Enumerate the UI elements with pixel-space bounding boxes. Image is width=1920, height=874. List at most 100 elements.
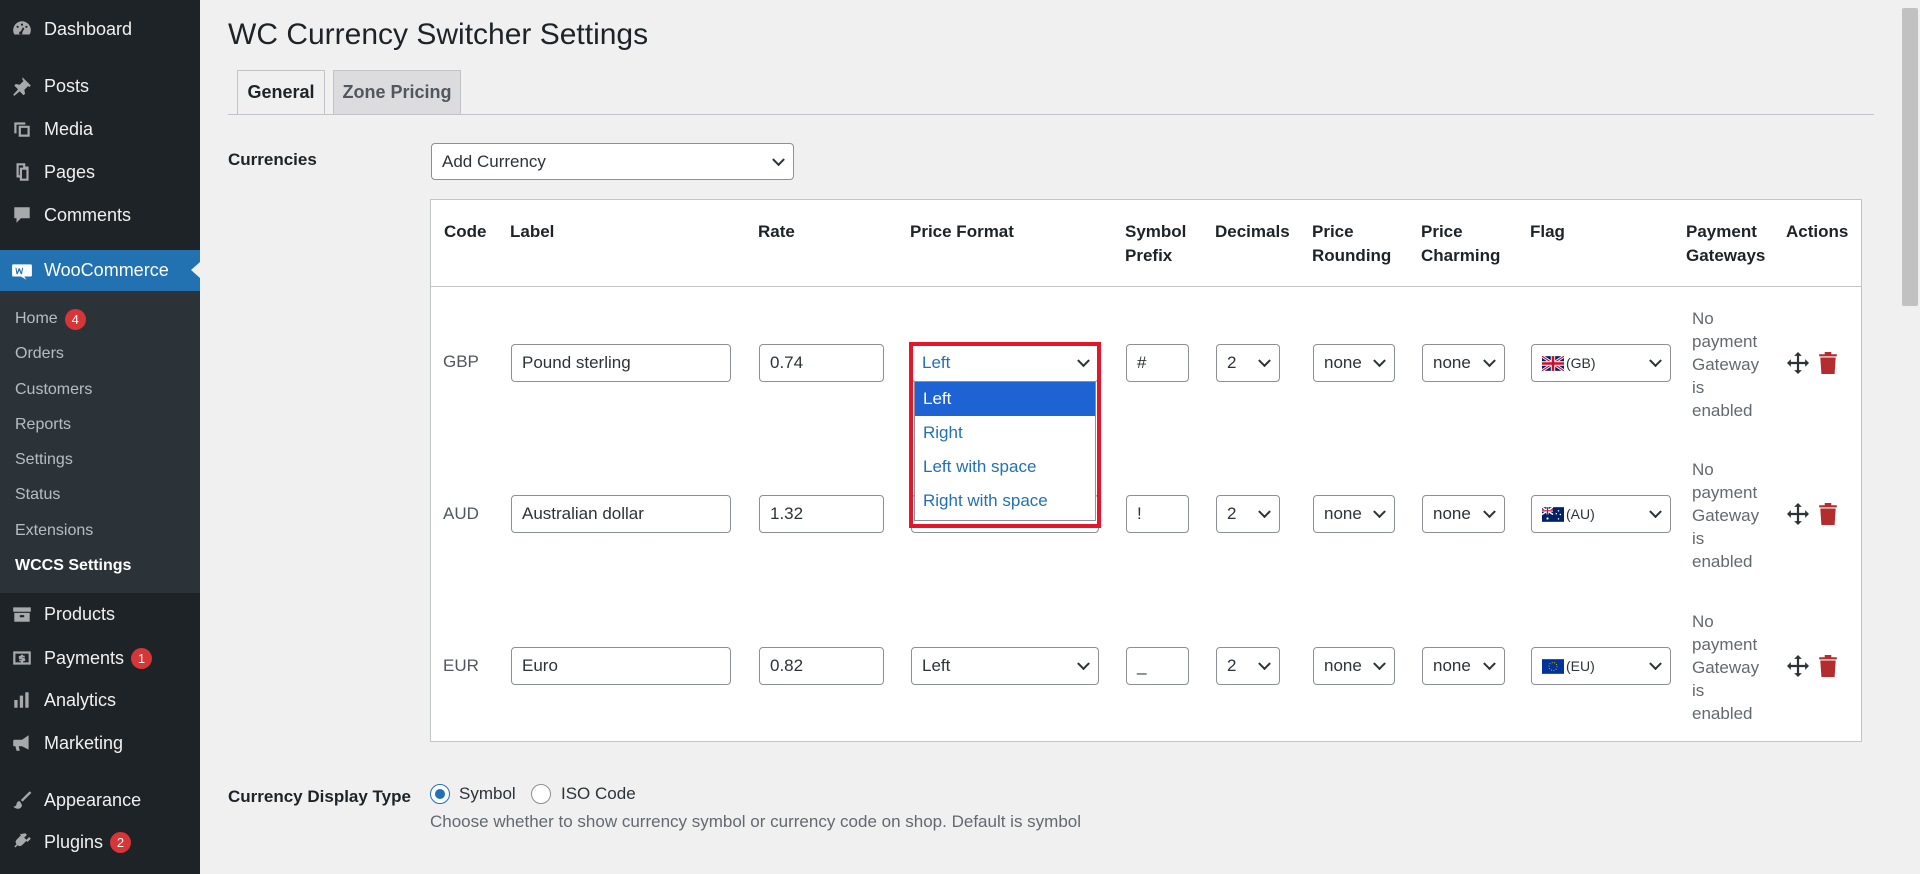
menu-analytics[interactable]: Analytics xyxy=(0,680,200,720)
flag-select[interactable]: (GB) xyxy=(1531,344,1671,382)
media-icon xyxy=(10,117,34,141)
charming-select[interactable]: none xyxy=(1422,344,1505,382)
page-title: WC Currency Switcher Settings xyxy=(228,18,649,51)
rate-input[interactable]: 0.82 xyxy=(759,647,884,685)
submenu-orders-label: Orders xyxy=(15,345,64,362)
decimals-select[interactable]: 2 xyxy=(1216,344,1280,382)
rate-input[interactable]: 1.32 xyxy=(759,495,884,533)
header-flag: Flag xyxy=(1530,222,1565,241)
header-symbol-prefix-line2: Prefix xyxy=(1125,246,1173,265)
menu-payments-label: Payments xyxy=(44,647,125,668)
submenu-settings[interactable]: Settings xyxy=(15,448,73,472)
submenu-extensions[interactable]: Extensions xyxy=(15,519,93,543)
charming-select[interactable]: none xyxy=(1422,647,1505,685)
trash-icon[interactable] xyxy=(1819,655,1837,677)
symbol-prefix-input[interactable]: ! xyxy=(1126,495,1189,533)
gateway-line: payment xyxy=(1692,332,1758,351)
woocommerce-submenu: Home 4 Orders Customers Reports Settings … xyxy=(0,291,200,593)
menu-woocommerce[interactable]: WooCommerce xyxy=(0,250,200,291)
megaphone-icon xyxy=(10,731,34,755)
tab-zone-pricing[interactable]: Zone Pricing xyxy=(333,70,461,114)
price-format-select[interactable]: Left xyxy=(911,647,1099,685)
menu-plugins[interactable]: Plugins 2 xyxy=(0,822,200,862)
rounding-select[interactable]: none xyxy=(1313,344,1395,382)
decimals-select-value: 2 xyxy=(1227,504,1237,523)
menu-comments[interactable]: Comments xyxy=(0,195,200,235)
menu-analytics-label: Analytics xyxy=(44,689,117,710)
charming-select[interactable]: none xyxy=(1422,495,1505,533)
symbol-prefix-input[interactable]: _ xyxy=(1126,647,1189,685)
menu-marketing[interactable]: Marketing xyxy=(0,723,200,763)
gateway-line: is xyxy=(1692,529,1705,548)
menu-pages[interactable]: Pages xyxy=(0,152,200,192)
decimals-select-value: 2 xyxy=(1227,656,1237,675)
header-price-charming: Price Charming xyxy=(1421,220,1500,268)
chevron-down-icon xyxy=(1483,505,1496,519)
scrollbar-thumb[interactable] xyxy=(1902,8,1918,306)
menu-appearance[interactable]: Appearance xyxy=(0,780,200,820)
price-format-option[interactable]: Left xyxy=(915,382,1095,416)
symbol-prefix-input[interactable]: # xyxy=(1126,344,1189,382)
iso-code-radio-label: ISO Code xyxy=(561,784,636,803)
move-icon[interactable] xyxy=(1787,655,1809,677)
symbol-radio[interactable] xyxy=(430,784,450,804)
rounding-select[interactable]: none xyxy=(1313,647,1395,685)
chevron-down-icon xyxy=(1483,657,1496,671)
price-format-option[interactable]: Left with space xyxy=(915,450,1095,484)
submenu-status[interactable]: Status xyxy=(15,483,60,507)
move-icon[interactable] xyxy=(1787,503,1809,525)
bar-chart-icon xyxy=(10,688,34,712)
submenu-reports[interactable]: Reports xyxy=(15,413,71,437)
submenu-wccs-settings[interactable]: WCCS Settings xyxy=(15,554,131,578)
header-actions: Actions xyxy=(1786,222,1849,241)
menu-appearance-label: Appearance xyxy=(44,789,142,810)
menu-media[interactable]: Media xyxy=(0,109,200,149)
iso-code-radio[interactable] xyxy=(531,784,551,804)
menu-dashboard[interactable]: Dashboard xyxy=(0,9,200,49)
admin-sidebar: Dashboard Posts Media Pages Comments Woo… xyxy=(0,0,200,874)
trash-icon[interactable] xyxy=(1819,503,1837,525)
payment-gateways-text: No payment Gateway is enabled xyxy=(1692,458,1772,573)
submenu-home[interactable]: Home 4 xyxy=(15,307,86,331)
label-input[interactable]: Pound sterling xyxy=(511,344,731,382)
tab-general[interactable]: General xyxy=(237,70,325,114)
price-format-option[interactable]: Right with space xyxy=(915,484,1095,518)
menu-posts[interactable]: Posts xyxy=(0,66,200,106)
menu-comments-label: Comments xyxy=(44,204,132,225)
chevron-down-icon xyxy=(1649,505,1662,519)
comment-icon xyxy=(10,203,34,227)
submenu-orders[interactable]: Orders xyxy=(15,342,64,366)
chevron-down-icon xyxy=(1649,354,1662,368)
price-format-option[interactable]: Right xyxy=(915,416,1095,450)
flag-select[interactable]: (EU) xyxy=(1531,647,1671,685)
submenu-wccs-settings-label: WCCS Settings xyxy=(15,557,132,574)
chevron-down-icon xyxy=(1373,505,1386,519)
menu-payments[interactable]: Payments 1 xyxy=(0,638,200,678)
header-symbol-prefix: Symbol Prefix xyxy=(1125,220,1186,268)
submenu-customers[interactable]: Customers xyxy=(15,378,92,402)
add-currency-select[interactable]: Add Currency xyxy=(431,143,794,180)
menu-plugins-label: Plugins xyxy=(44,831,104,852)
rounding-select-value: none xyxy=(1324,504,1362,523)
trash-icon[interactable] xyxy=(1819,352,1837,374)
decimals-select[interactable]: 2 xyxy=(1216,495,1280,533)
gateway-line: No xyxy=(1692,309,1714,328)
gateway-line: payment xyxy=(1692,635,1758,654)
rounding-select[interactable]: none xyxy=(1313,495,1395,533)
rate-input[interactable]: 0.74 xyxy=(759,344,884,382)
header-price-charming-line1: Price xyxy=(1421,222,1463,241)
plugin-icon xyxy=(10,830,34,854)
symbol-radio-label: Symbol xyxy=(459,784,516,803)
menu-products[interactable]: Products xyxy=(0,594,200,634)
label-input[interactable]: Australian dollar xyxy=(511,495,731,533)
label-input[interactable]: Euro xyxy=(511,647,731,685)
menu-pages-label: Pages xyxy=(44,161,96,182)
currency-code: AUD xyxy=(443,504,479,523)
pushpin-icon xyxy=(10,74,34,98)
chevron-down-icon xyxy=(1649,657,1662,671)
flag-select[interactable]: (AU) xyxy=(1531,495,1671,533)
chevron-down-icon xyxy=(1258,657,1271,671)
move-icon[interactable] xyxy=(1787,352,1809,374)
decimals-select[interactable]: 2 xyxy=(1216,647,1280,685)
gateway-line: Gateway xyxy=(1692,355,1760,374)
